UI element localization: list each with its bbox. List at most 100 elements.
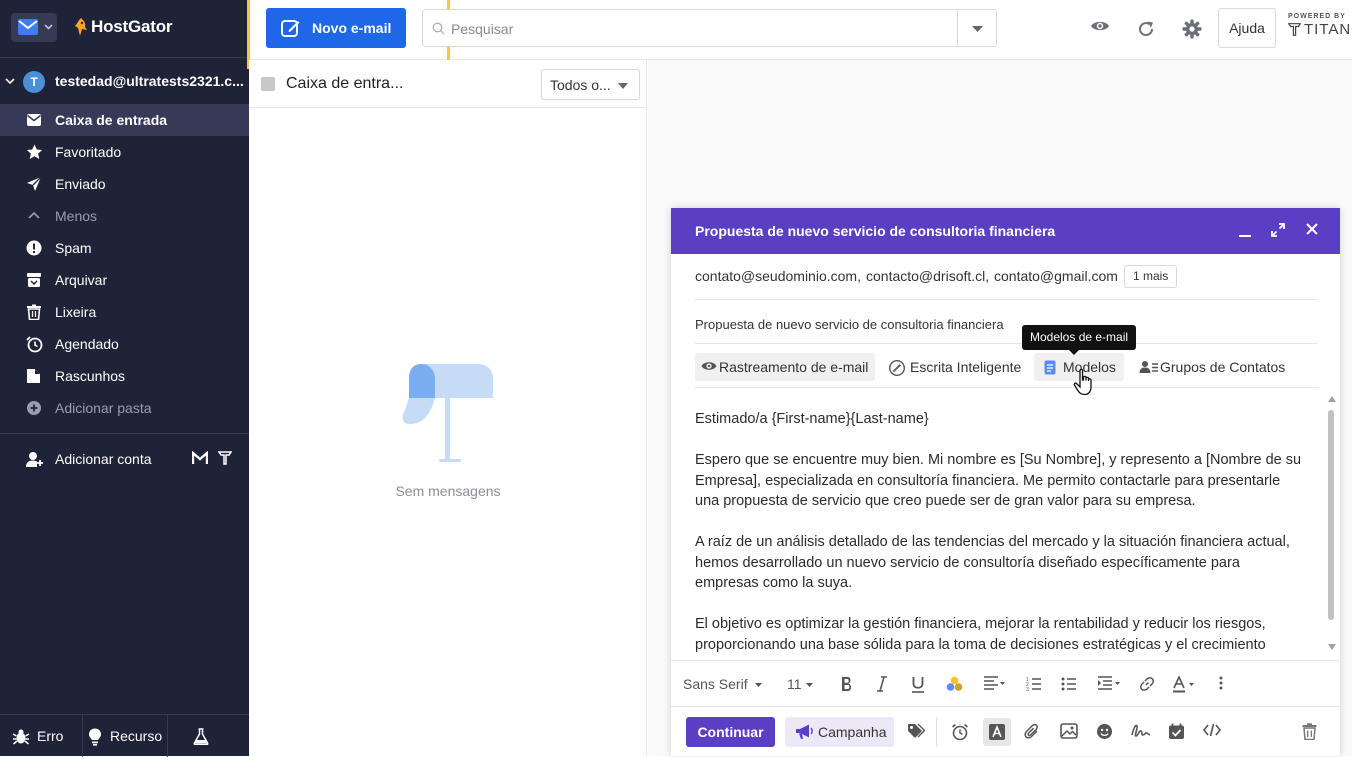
caret-down-icon — [755, 683, 762, 687]
recipient-chip[interactable]: contato@gmail.com — [994, 268, 1118, 284]
text-color-palette-icon[interactable] — [946, 676, 963, 692]
caret-down-icon — [806, 683, 813, 687]
bug-icon — [12, 728, 30, 745]
send-button[interactable]: Continuar — [686, 717, 775, 747]
sidebar-item-less[interactable]: Menos — [0, 200, 249, 232]
message-body-editor[interactable]: Estimado/a {First-name}{Last-name} Esper… — [695, 409, 1305, 656]
minimize-icon[interactable] — [1238, 223, 1252, 237]
recipients-field[interactable]: contato@seudominio.com, contacto@drisoft… — [695, 262, 1317, 300]
sidebar-item-label: Favoritado — [55, 144, 122, 160]
megaphone-icon — [795, 724, 813, 740]
sidebar-item-label: Rascunhos — [55, 368, 126, 384]
recipient-chip[interactable]: contacto@drisoft.cl, — [866, 268, 989, 284]
account-row[interactable]: T testedad@ultratests2321.c... — [0, 64, 249, 100]
new-email-button[interactable]: Novo e-mail — [266, 8, 406, 48]
preview-toggle-icon[interactable] — [1090, 19, 1110, 33]
recipient-chip[interactable]: contato@seudominio.com, — [695, 268, 861, 284]
image-icon[interactable] — [1060, 723, 1078, 739]
reminder-icon[interactable] — [951, 723, 969, 741]
sidebar-item-starred[interactable]: Favoritado — [0, 136, 249, 168]
more-options-icon[interactable] — [1219, 676, 1223, 690]
refresh-icon[interactable] — [1137, 20, 1155, 38]
star-icon — [26, 144, 44, 160]
expand-icon[interactable] — [1271, 223, 1285, 237]
sidebar-item-label: Spam — [55, 240, 92, 256]
scroll-up-icon[interactable] — [1328, 396, 1336, 402]
bold-icon[interactable] — [840, 676, 854, 692]
align-icon[interactable] — [983, 676, 1005, 690]
contact-groups-button[interactable]: Grupos de Contatos — [1132, 353, 1292, 381]
smart-write-button[interactable]: Escrita Inteligente — [883, 353, 1023, 381]
sidebar-item-add-folder[interactable]: Adicionar pasta — [0, 392, 249, 424]
sidebar-item-trash[interactable]: Lixeira — [0, 296, 249, 328]
sidebar-item-sent[interactable]: Enviado — [0, 168, 249, 200]
underline-icon[interactable] — [911, 676, 925, 693]
campaign-button[interactable]: Campanha — [785, 717, 894, 747]
font-size-select[interactable]: 11 — [787, 676, 802, 692]
font-color-icon[interactable] — [1172, 676, 1196, 693]
indent-icon[interactable] — [1097, 676, 1121, 690]
scheduled-icon — [26, 336, 44, 353]
more-recipients-button[interactable]: 1 mais — [1124, 265, 1178, 288]
inbox-icon — [26, 112, 44, 128]
signature-icon[interactable] — [1131, 723, 1151, 739]
link-icon[interactable] — [1139, 676, 1155, 692]
feature-button[interactable]: Recurso — [83, 715, 167, 757]
envelope-icon — [18, 19, 38, 35]
emoji-icon[interactable] — [1096, 723, 1113, 740]
code-icon[interactable] — [1203, 723, 1221, 737]
labs-button[interactable] — [168, 715, 249, 757]
select-all-checkbox[interactable] — [261, 77, 275, 91]
compose-header: Propuesta de nuevo servicio de consultor… — [671, 208, 1340, 254]
sidebar-item-label: Menos — [55, 208, 98, 224]
schedule-send-icon[interactable] — [1168, 723, 1185, 740]
smart-write-label: Escrita Inteligente — [910, 359, 1022, 375]
scroll-down-icon[interactable] — [1328, 644, 1336, 650]
titan-name: TITAN — [1304, 21, 1352, 38]
sidebar-item-inbox[interactable]: Caixa de entrada — [0, 104, 249, 136]
bullet-list-icon[interactable] — [1061, 676, 1077, 692]
add-account-button[interactable]: Adicionar conta — [0, 443, 249, 475]
sidebar-item-label: Agendado — [55, 336, 119, 352]
feature-label: Recurso — [110, 728, 163, 744]
close-icon[interactable] — [1306, 223, 1318, 235]
list-header: Caixa de entra... Todos o... — [249, 60, 647, 108]
error-button[interactable]: Erro — [0, 715, 82, 757]
attachment-icon[interactable] — [1024, 723, 1040, 741]
search-bar[interactable] — [422, 9, 997, 47]
empty-mailbox-illustration — [401, 360, 495, 465]
discard-trash-icon[interactable] — [1302, 723, 1317, 740]
sidebar-item-spam[interactable]: Spam — [0, 232, 249, 264]
divider — [936, 717, 937, 747]
compose-window: Propuesta de nuevo servicio de consultor… — [671, 208, 1340, 756]
gear-icon[interactable] — [1182, 19, 1202, 39]
text-format-toggle-icon[interactable] — [983, 718, 1011, 746]
tag-icon[interactable] — [907, 723, 925, 739]
hand-cursor-icon — [1073, 368, 1097, 396]
subject-text: Propuesta de nuevo servicio de consultor… — [695, 317, 1004, 332]
sidebar-item-scheduled[interactable]: Agendado — [0, 328, 249, 360]
app-switcher[interactable] — [11, 13, 57, 42]
sidebar-item-archive[interactable]: Arquivar — [0, 264, 249, 296]
search-options-dropdown[interactable] — [972, 26, 983, 32]
compose-title: Propuesta de nuevo servicio de consultor… — [695, 223, 1056, 239]
italic-icon[interactable] — [876, 676, 888, 692]
sidebar-item-drafts[interactable]: Rascunhos — [0, 360, 249, 392]
numbered-list-icon[interactable]: 123 — [1026, 676, 1042, 692]
gmail-icon[interactable] — [192, 451, 208, 465]
body-scrollbar[interactable] — [1326, 394, 1338, 658]
body-paragraph: Estimado/a {First-name}{Last-name} — [695, 411, 929, 427]
templates-tooltip: Modelos de e-mail — [1022, 325, 1137, 355]
contact-group-icon — [1139, 360, 1159, 374]
filter-dropdown[interactable]: Todos o... — [541, 69, 640, 100]
help-button[interactable]: Ajuda — [1218, 8, 1276, 48]
subject-field[interactable]: Propuesta de nuevo servicio de consultor… — [695, 300, 1317, 344]
font-family-select[interactable]: Sans Serif — [683, 676, 748, 692]
search-input[interactable] — [451, 18, 951, 40]
titan-icon[interactable] — [218, 451, 232, 465]
add-account-label: Adicionar conta — [55, 451, 152, 467]
sidebar-footer: Erro Recurso — [0, 714, 249, 757]
email-tracking-button[interactable]: Rastreamento de e-mail — [695, 353, 875, 381]
sidebar-header: HostGator — [0, 0, 249, 57]
scrollbar-thumb[interactable] — [1328, 410, 1334, 620]
